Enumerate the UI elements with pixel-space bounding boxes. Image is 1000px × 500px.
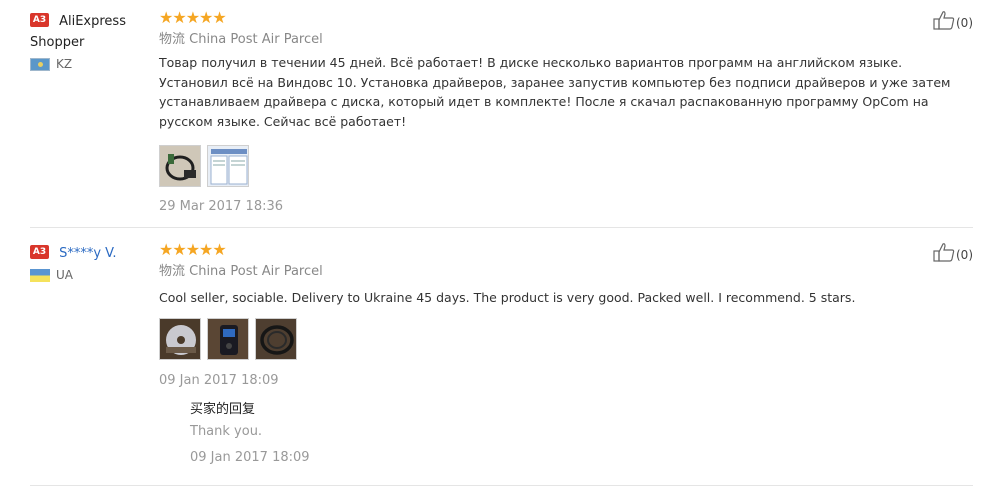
review-date: 09 Jan 2017 18:09: [159, 372, 279, 388]
ukraine-flag-icon: [30, 268, 50, 282]
helpful-count: (0): [956, 16, 973, 30]
reviewer-name[interactable]: S****y V.: [59, 246, 116, 261]
review-content: ★★★★★ 物流 China Post Air Parcel Cool sell…: [159, 242, 959, 466]
thumbs-up-icon: [933, 243, 955, 262]
review-content: ★★★★★ 物流 China Post Air Parcel Товар пол…: [159, 10, 959, 215]
review-text: Cool seller, sociable. Delivery to Ukrai…: [159, 290, 856, 305]
reviewer-info: A3 AliExpress Shopper KZ: [30, 10, 150, 72]
reply-text: Thank you.: [190, 423, 263, 439]
review-photo-thumbnail[interactable]: [159, 145, 201, 187]
reviewer-info: A3 S****y V. UA: [30, 242, 150, 283]
review-date: 29 Mar 2017 18:36: [159, 199, 284, 214]
buyer-level-badge: A3: [30, 13, 49, 27]
review-item: A3 S****y V. UA ★★★★★ 物流 China Post Air …: [30, 228, 973, 486]
reply-date: 09 Jan 2017 18:09: [190, 449, 310, 465]
helpful-count: (0): [956, 248, 973, 262]
logistics-info: 物流 China Post Air Parcel: [159, 264, 323, 279]
buyer-reply: 买家的回复 Thank you. 09 Jan 2017 18:09: [190, 401, 959, 466]
star-rating: ★★★★★: [159, 240, 227, 259]
review-photo-thumbnail[interactable]: [207, 317, 249, 360]
country-code: KZ: [56, 57, 73, 71]
helpful-button[interactable]: (0): [933, 10, 973, 30]
reply-title: 买家的回复: [190, 401, 256, 417]
kazakhstan-flag-icon: [30, 57, 50, 71]
reviewer-country: KZ: [30, 56, 150, 72]
review-photos: [159, 317, 959, 360]
review-photo-thumbnail[interactable]: [159, 317, 201, 360]
review-photo-thumbnail[interactable]: [255, 317, 297, 360]
buyer-level-badge: A3: [30, 245, 49, 259]
country-code: UA: [56, 268, 73, 282]
review-item: A3 AliExpress Shopper KZ ★★★★★ 物流 China …: [30, 0, 973, 228]
helpful-button[interactable]: (0): [933, 242, 973, 262]
star-rating: ★★★★★: [159, 8, 227, 27]
logistics-info: 物流 China Post Air Parcel: [159, 32, 323, 47]
review-photos: [159, 145, 959, 187]
reviewer-country: UA: [30, 267, 150, 283]
review-photo-thumbnail[interactable]: [207, 145, 249, 187]
review-text: Товар получил в течении 45 дней. Всё раб…: [159, 55, 951, 129]
thumbs-up-icon: [933, 11, 955, 30]
